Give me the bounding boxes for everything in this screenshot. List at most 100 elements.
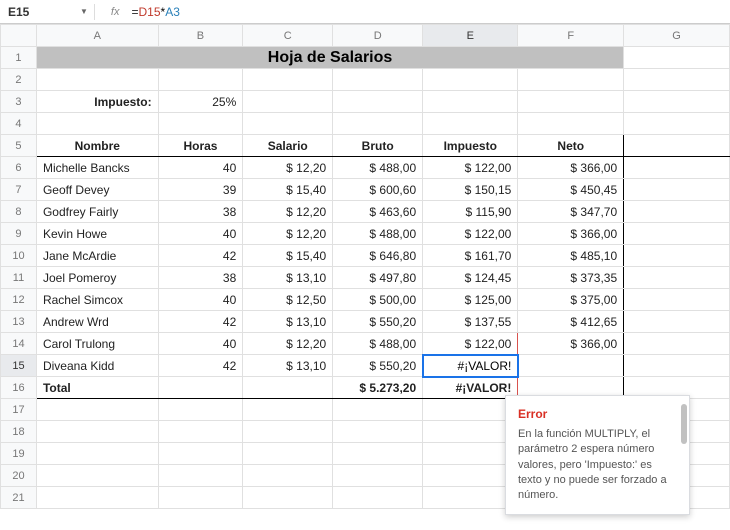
col-head-G[interactable]: G: [624, 25, 730, 47]
row-head-10[interactable]: 10: [1, 245, 37, 267]
cell-r18-4[interactable]: [423, 421, 518, 443]
cell-horas-14[interactable]: 40: [158, 333, 243, 355]
cell-r17-0[interactable]: [36, 399, 158, 421]
cell-G9[interactable]: [624, 223, 730, 245]
cell-nombre-14[interactable]: Carol Trulong: [36, 333, 158, 355]
cell-r20-0[interactable]: [36, 465, 158, 487]
formula-input[interactable]: =D15*A3: [131, 5, 726, 19]
cell-salario-8[interactable]: $ 12,20: [243, 201, 333, 223]
cell-nombre-8[interactable]: Godfrey Fairly: [36, 201, 158, 223]
row-head-6[interactable]: 6: [1, 157, 37, 179]
cell-bruto-9[interactable]: $ 488,00: [333, 223, 423, 245]
cell-r2-6[interactable]: [624, 69, 730, 91]
cell-r21-4[interactable]: [423, 487, 518, 509]
cell-G5[interactable]: [624, 135, 730, 157]
cell-bruto-7[interactable]: $ 600,60: [333, 179, 423, 201]
row-head-1[interactable]: 1: [1, 47, 37, 69]
cell-impuesto-6[interactable]: $ 122,00: [423, 157, 518, 179]
cell-impuesto-15[interactable]: #¡VALOR!: [423, 355, 518, 377]
cell-r2-2[interactable]: [243, 69, 333, 91]
cell-nombre-10[interactable]: Jane McArdie: [36, 245, 158, 267]
select-all-corner[interactable]: [1, 25, 37, 47]
row-head-5[interactable]: 5: [1, 135, 37, 157]
cell-r19-3[interactable]: [333, 443, 423, 465]
cell-neto-9[interactable]: $ 366,00: [518, 223, 624, 245]
cell-G10[interactable]: [624, 245, 730, 267]
cell-neto-12[interactable]: $ 375,00: [518, 289, 624, 311]
cell-r18-1[interactable]: [158, 421, 243, 443]
row-head-21[interactable]: 21: [1, 487, 37, 509]
cell-r2-0[interactable]: [36, 69, 158, 91]
name-box[interactable]: E15: [4, 3, 74, 21]
cell-bruto-8[interactable]: $ 463,60: [333, 201, 423, 223]
cell-r20-4[interactable]: [423, 465, 518, 487]
cell-neto-14[interactable]: $ 366,00: [518, 333, 624, 355]
cell-bruto-15[interactable]: $ 550,20: [333, 355, 423, 377]
cell-r4-3[interactable]: [333, 113, 423, 135]
cell-nombre-15[interactable]: Diveana Kidd: [36, 355, 158, 377]
cell-r18-0[interactable]: [36, 421, 158, 443]
header-impuesto[interactable]: Impuesto: [423, 135, 518, 157]
header-nombre[interactable]: Nombre: [36, 135, 158, 157]
cell-impuesto-11[interactable]: $ 124,45: [423, 267, 518, 289]
cell-horas-7[interactable]: 39: [158, 179, 243, 201]
fx-icon[interactable]: fx: [111, 6, 120, 18]
cell-r2-5[interactable]: [518, 69, 624, 91]
cell-bruto-10[interactable]: $ 646,80: [333, 245, 423, 267]
row-head-14[interactable]: 14: [1, 333, 37, 355]
row-head-13[interactable]: 13: [1, 311, 37, 333]
row-head-19[interactable]: 19: [1, 443, 37, 465]
cell-neto-10[interactable]: $ 485,10: [518, 245, 624, 267]
cell-salario-12[interactable]: $ 12,50: [243, 289, 333, 311]
cell-r19-1[interactable]: [158, 443, 243, 465]
cell-r20-1[interactable]: [158, 465, 243, 487]
cell-r18-2[interactable]: [243, 421, 333, 443]
cell-nombre-11[interactable]: Joel Pomeroy: [36, 267, 158, 289]
cell-G6[interactable]: [624, 157, 730, 179]
cell-neto-8[interactable]: $ 347,70: [518, 201, 624, 223]
cell-neto-11[interactable]: $ 373,35: [518, 267, 624, 289]
cell-r21-2[interactable]: [243, 487, 333, 509]
header-bruto[interactable]: Bruto: [333, 135, 423, 157]
cell-G13[interactable]: [624, 311, 730, 333]
cell-r17-3[interactable]: [333, 399, 423, 421]
cell-bruto-12[interactable]: $ 500,00: [333, 289, 423, 311]
row-head-2[interactable]: 2: [1, 69, 37, 91]
row-head-8[interactable]: 8: [1, 201, 37, 223]
cell-neto-7[interactable]: $ 450,45: [518, 179, 624, 201]
cell-r2-1[interactable]: [158, 69, 243, 91]
cell-r21-0[interactable]: [36, 487, 158, 509]
cell-nombre-12[interactable]: Rachel Simcox: [36, 289, 158, 311]
total-bruto[interactable]: $ 5.273,20: [333, 377, 423, 399]
col-head-A[interactable]: A: [36, 25, 158, 47]
row-head-4[interactable]: 4: [1, 113, 37, 135]
cell-r3-4[interactable]: [624, 91, 730, 113]
col-head-E[interactable]: E: [423, 25, 518, 47]
cell-salario-9[interactable]: $ 12,20: [243, 223, 333, 245]
cell-r20-3[interactable]: [333, 465, 423, 487]
row-head-20[interactable]: 20: [1, 465, 37, 487]
cell-impuesto-7[interactable]: $ 150,15: [423, 179, 518, 201]
cell-neto-15[interactable]: [518, 355, 624, 377]
cell-r4-0[interactable]: [36, 113, 158, 135]
cell-bruto-6[interactable]: $ 488,00: [333, 157, 423, 179]
cell-neto-13[interactable]: $ 412,65: [518, 311, 624, 333]
cell-r3-2[interactable]: [423, 91, 518, 113]
cell-G14[interactable]: [624, 333, 730, 355]
name-box-dropdown-icon[interactable]: ▼: [80, 7, 88, 16]
cell-horas-8[interactable]: 38: [158, 201, 243, 223]
cell-G12[interactable]: [624, 289, 730, 311]
cell-impuesto-9[interactable]: $ 122,00: [423, 223, 518, 245]
col-head-D[interactable]: D: [333, 25, 423, 47]
cell-r21-3[interactable]: [333, 487, 423, 509]
cell-r17-4[interactable]: [423, 399, 518, 421]
tax-label[interactable]: Impuesto:: [36, 91, 158, 113]
row-head-16[interactable]: 16: [1, 377, 37, 399]
cell-r19-0[interactable]: [36, 443, 158, 465]
cell-r18-3[interactable]: [333, 421, 423, 443]
total-label[interactable]: Total: [36, 377, 158, 399]
col-head-B[interactable]: B: [158, 25, 243, 47]
total-impuesto[interactable]: #¡VALOR!: [423, 377, 518, 399]
cell-r21-1[interactable]: [158, 487, 243, 509]
cell-G11[interactable]: [624, 267, 730, 289]
